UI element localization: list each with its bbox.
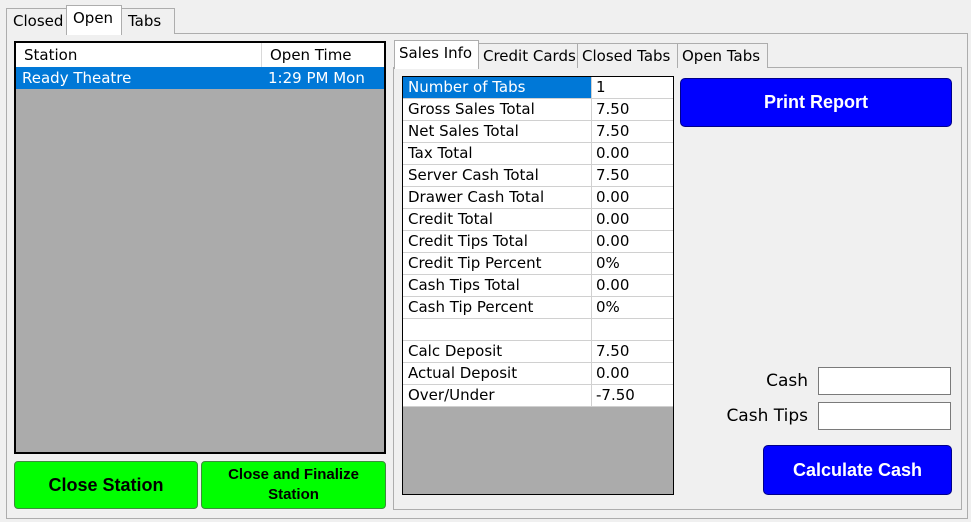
grid-value-cell[interactable]: 0.00 <box>592 231 673 252</box>
grid-value-cell[interactable]: 1 <box>592 77 673 98</box>
grid-value-cell[interactable]: 0.00 <box>592 187 673 208</box>
grid-label-cell: Credit Tip Percent <box>403 253 592 274</box>
grid-label-cell: Cash Tips Total <box>403 275 592 296</box>
station-row[interactable]: Ready Theatre 1:29 PM Mon <box>16 67 384 89</box>
grid-value-cell[interactable]: 7.50 <box>592 341 673 362</box>
cash-input[interactable] <box>818 367 951 395</box>
tab-sales-info[interactable]: Sales Info <box>394 40 479 69</box>
tab-open[interactable]: Open <box>66 5 122 35</box>
cash-tips-input[interactable] <box>818 402 951 430</box>
grid-value-cell[interactable]: 7.50 <box>592 165 673 186</box>
grid-value-cell[interactable]: 0.00 <box>592 275 673 296</box>
column-header-station[interactable]: Station <box>16 43 262 67</box>
grid-value-cell[interactable]: 7.50 <box>592 99 673 120</box>
print-report-button[interactable]: Print Report <box>680 78 952 127</box>
grid-row[interactable]: Net Sales Total 7.50 <box>403 121 673 143</box>
grid-row[interactable]: Drawer Cash Total 0.00 <box>403 187 673 209</box>
grid-value-cell[interactable]: 0% <box>592 253 673 274</box>
grid-value-cell[interactable] <box>592 319 673 340</box>
grid-row[interactable]: Credit Total 0.00 <box>403 209 673 231</box>
grid-row[interactable]: Credit Tips Total 0.00 <box>403 231 673 253</box>
grid-row[interactable]: Over/Under -7.50 <box>403 385 673 407</box>
station-list-header: Station Open Time <box>16 43 384 68</box>
grid-label-cell: Credit Tips Total <box>403 231 592 252</box>
grid-row[interactable] <box>403 319 673 341</box>
close-and-finalize-station-button[interactable]: Close and Finalize Station <box>201 461 386 509</box>
tab-credit-cards[interactable]: Credit Cards <box>478 43 578 68</box>
grid-label-cell: Server Cash Total <box>403 165 592 186</box>
grid-value-cell[interactable]: 0% <box>592 297 673 318</box>
column-header-open-time[interactable]: Open Time <box>262 43 384 67</box>
cash-label: Cash <box>766 371 808 391</box>
close-station-button[interactable]: Close Station <box>14 461 198 509</box>
grid-row[interactable]: Calc Deposit 7.50 <box>403 341 673 363</box>
tab-tabs[interactable]: Tabs <box>121 8 175 34</box>
tab-closed-tabs[interactable]: Closed Tabs <box>577 43 678 68</box>
sales-info-grid[interactable]: Number of Tabs 1 Gross Sales Total 7.50 Ne… <box>402 76 674 495</box>
grid-value-cell[interactable]: 0.00 <box>592 363 673 384</box>
grid-row[interactable]: Server Cash Total 7.50 <box>403 165 673 187</box>
tab-open-tabs[interactable]: Open Tabs <box>677 43 768 68</box>
calculate-cash-button[interactable]: Calculate Cash <box>763 445 952 495</box>
grid-value-cell[interactable]: 0.00 <box>592 143 673 164</box>
grid-row[interactable]: Cash Tips Total 0.00 <box>403 275 673 297</box>
station-name-cell: Ready Theatre <box>22 69 132 87</box>
grid-row[interactable]: Actual Deposit 0.00 <box>403 363 673 385</box>
open-time-cell: 1:29 PM Mon <box>268 69 365 87</box>
grid-label-cell: Gross Sales Total <box>403 99 592 120</box>
grid-label-cell: Actual Deposit <box>403 363 592 384</box>
grid-label-cell: Drawer Cash Total <box>403 187 592 208</box>
grid-row[interactable]: Credit Tip Percent 0% <box>403 253 673 275</box>
grid-value-cell[interactable]: -7.50 <box>592 385 673 406</box>
grid-label-cell: Number of Tabs <box>403 77 592 98</box>
grid-label-cell: Over/Under <box>403 385 592 406</box>
grid-row[interactable]: Gross Sales Total 7.50 <box>403 99 673 121</box>
grid-label-cell: Tax Total <box>403 143 592 164</box>
grid-label-cell: Calc Deposit <box>403 341 592 362</box>
grid-row[interactable]: Number of Tabs 1 <box>403 77 673 99</box>
tab-closed[interactable]: Closed <box>6 8 68 34</box>
grid-row[interactable]: Cash Tip Percent 0% <box>403 297 673 319</box>
grid-value-cell[interactable]: 7.50 <box>592 121 673 142</box>
grid-value-cell[interactable]: 0.00 <box>592 209 673 230</box>
station-list[interactable]: Station Open Time Ready Theatre 1:29 PM … <box>14 41 386 454</box>
grid-label-cell <box>403 319 592 340</box>
grid-label-cell: Net Sales Total <box>403 121 592 142</box>
cash-tips-label: Cash Tips <box>726 406 808 426</box>
grid-label-cell: Cash Tip Percent <box>403 297 592 318</box>
grid-row[interactable]: Tax Total 0.00 <box>403 143 673 165</box>
grid-label-cell: Credit Total <box>403 209 592 230</box>
